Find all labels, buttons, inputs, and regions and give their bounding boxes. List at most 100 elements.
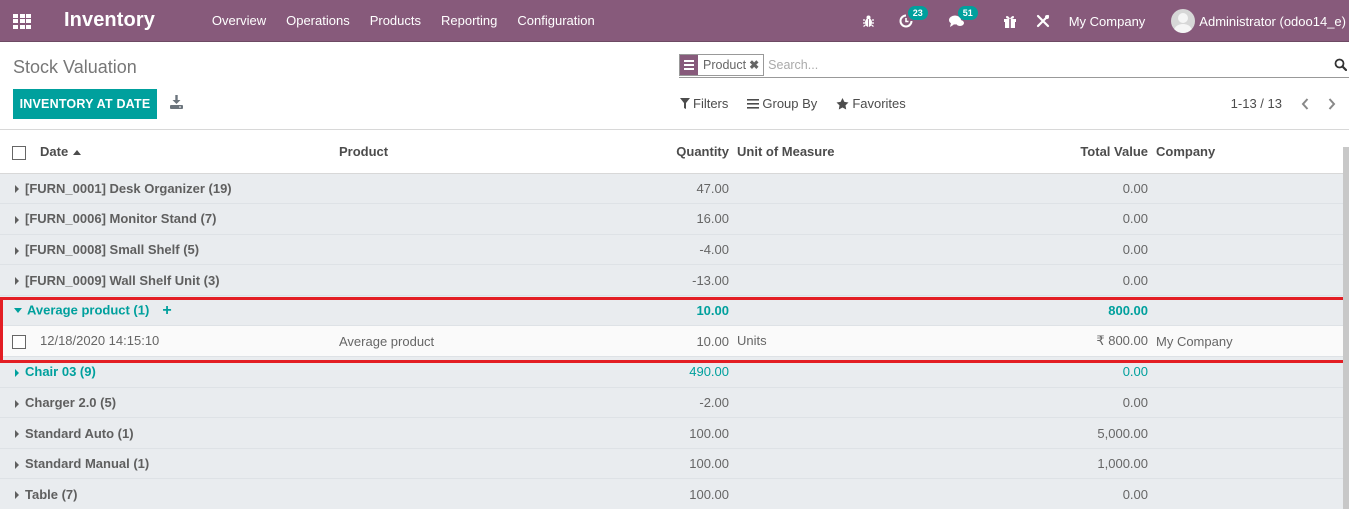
group-quantity: 10.00 [589,295,729,327]
group-total-value: 0.00 [737,203,1148,235]
menu-reporting[interactable]: Reporting [441,13,497,28]
user-menu[interactable]: Administrator (odoo14_e) [1199,14,1346,29]
group-quantity: 47.00 [589,173,729,205]
menu-overview[interactable]: Overview [212,13,266,28]
top-navbar: Inventory Overview Operations Products R… [0,0,1349,42]
group-total-value: 0.00 [737,264,1148,296]
group-row[interactable]: [FURN_0001] Desk Organizer (19) 47.00 0.… [0,173,1343,205]
column-date[interactable]: Date [0,131,339,174]
gift-icon[interactable] [1003,14,1017,28]
column-unit-of-measure[interactable]: Unit of Measure Total Value [737,131,1148,174]
menu-configuration[interactable]: Configuration [517,13,594,28]
control-panel: Stock Valuation INVENTORY AT DATE Produc… [0,42,1349,130]
group-row[interactable]: Charger 2.0 (5) -2.00 0.00 [0,387,1343,419]
group-total-value: 0.00 [737,234,1148,266]
group-total-value: 5,000.00 [737,417,1148,449]
activity-count-badge: 23 [907,6,928,20]
group-row[interactable]: [FURN_0008] Small Shelf (5) -4.00 0.00 [0,234,1343,266]
caret-right-icon [15,368,19,377]
caret-right-icon [15,277,19,286]
row-checkbox[interactable] [12,335,26,350]
column-product[interactable]: Product [339,131,589,174]
group-total-value: 800.00 [737,295,1148,327]
breadcrumb-title: Stock Valuation [13,57,137,77]
company-switcher[interactable]: My Company [1069,14,1146,29]
tools-icon[interactable] [1036,14,1050,28]
column-date-label: Date [40,143,69,159]
stock-valuation-table: Date Product Quantity Unit of Measure Tot… [0,131,1343,509]
record-company: My Company [1156,325,1343,358]
filters-button[interactable]: Filters [680,96,728,111]
group-by-bars-icon [747,98,760,109]
group-row[interactable]: Chair 03 (9) 490.00 0.00 [0,356,1343,388]
record-product: Average product [339,325,589,358]
select-all-checkbox[interactable] [12,145,26,160]
record-uom: Units [737,333,767,349]
group-label: Average product (1) [27,302,150,318]
systray: 23 51 My Company Administrator (odoo14_e… [862,0,1349,42]
apps-menu-icon[interactable] [13,13,31,29]
search-bar: Product ✖ [679,53,1349,78]
main-menu: Overview Operations Products Reporting C… [212,13,615,28]
group-quantity: 100.00 [589,417,729,449]
group-label: [FURN_0006] Monitor Stand (7) [25,211,217,227]
facet-remove-icon[interactable]: ✖ [749,55,763,75]
group-total-value: 0.00 [737,173,1148,205]
group-row[interactable]: [FURN_0006] Monitor Stand (7) 16.00 0.00 [0,203,1343,235]
group-row[interactable]: Table (7) 100.00 0.00 [0,478,1343,509]
group-row[interactable]: Standard Manual (1) 100.00 1,000.00 [0,448,1343,480]
column-company[interactable]: Company [1156,131,1343,174]
group-row[interactable]: [FURN_0009] Wall Shelf Unit (3) -13.00 0… [0,264,1343,296]
vertical-scrollbar[interactable] [1343,147,1349,509]
group-row-expanded[interactable]: Average product (1) + 10.00 800.00 [0,295,1343,327]
table-header: Date Product Quantity Unit of Measure Tot… [0,131,1343,174]
caret-right-icon [15,430,19,439]
inventory-at-date-button[interactable]: INVENTORY AT DATE [13,89,157,119]
table-row[interactable]: 12/18/2020 14:15:10 Average product 10.0… [0,325,1343,358]
search-facet-product[interactable]: Product ✖ [679,54,765,76]
group-quantity: -13.00 [589,264,729,296]
group-label: [FURN_0001] Desk Organizer (19) [25,180,232,196]
group-label: Chair 03 (9) [25,364,96,380]
group-row[interactable]: Standard Auto (1) 100.00 5,000.00 [0,417,1343,449]
search-icon[interactable] [1334,58,1348,72]
search-input[interactable] [768,58,1309,72]
group-quantity: -4.00 [589,234,729,266]
group-by-button[interactable]: Group By [747,96,817,111]
record-quantity: 10.00 [589,325,729,358]
menu-products[interactable]: Products [370,13,421,28]
debug-bug-icon[interactable] [862,15,875,28]
pager-value[interactable]: 1-13 / 13 [1231,96,1282,111]
caret-right-icon [15,185,19,194]
caret-right-icon [15,460,19,469]
group-label: Charger 2.0 (5) [25,394,117,410]
list-view: Date Product Quantity Unit of Measure Tot… [0,131,1349,509]
column-total-value[interactable]: Total Value [1080,144,1148,159]
group-total-value: 0.00 [737,478,1148,509]
star-icon [836,97,849,109]
activity-clock-icon[interactable]: 23 [899,6,928,28]
caret-right-icon [15,246,19,255]
menu-operations[interactable]: Operations [286,13,350,28]
record-date: 12/18/2020 14:15:10 [40,333,160,349]
group-quantity: 490.00 [589,356,729,388]
pager-previous-icon[interactable] [1298,97,1312,111]
app-title[interactable]: Inventory [64,9,155,32]
caret-right-icon [15,215,19,224]
download-icon[interactable] [170,95,183,109]
group-by-label: Group By [762,96,818,111]
user-avatar[interactable] [1171,9,1196,33]
favorites-label: Favorites [852,96,906,111]
filters-label: Filters [693,96,729,111]
favorites-button[interactable]: Favorites [836,96,906,111]
pager-next-icon[interactable] [1325,97,1339,111]
messages-chat-icon[interactable]: 51 [948,6,978,28]
group-label: Standard Manual (1) [25,456,150,472]
column-quantity[interactable]: Quantity [589,131,729,174]
group-total-value: 0.00 [737,356,1148,388]
caret-right-icon [15,491,19,500]
add-record-plus-icon[interactable]: + [162,302,171,319]
group-quantity: 16.00 [589,203,729,235]
group-total-value: 1,000.00 [737,448,1148,480]
messages-count-badge: 51 [957,6,978,20]
